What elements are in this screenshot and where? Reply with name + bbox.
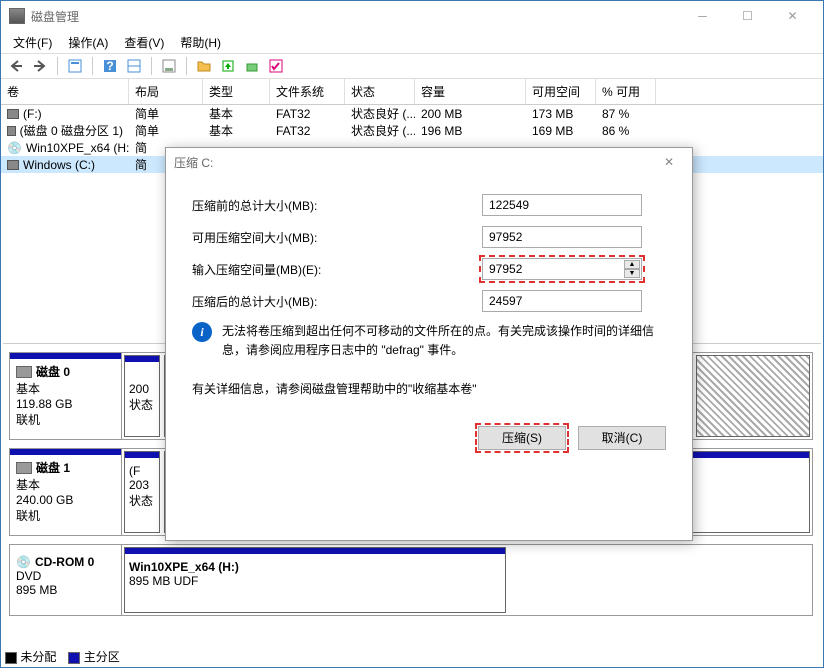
menu-file[interactable]: 文件(F): [5, 32, 60, 53]
disc-icon: 💿: [16, 555, 31, 569]
volume-icon: [7, 109, 19, 119]
disk-name: 磁盘 0: [36, 363, 70, 380]
dialog-close-button[interactable]: ✕: [654, 150, 684, 174]
tb-view3[interactable]: [158, 55, 180, 77]
app-icon: [9, 8, 25, 24]
volume-box[interactable]: [696, 355, 810, 437]
tb-view1[interactable]: [64, 55, 86, 77]
disc-icon: 💿: [7, 141, 22, 155]
volume-icon: [7, 160, 19, 170]
disk-icon: [16, 366, 32, 378]
tb-folder-icon[interactable]: [193, 55, 215, 77]
total-before-label: 压缩前的总计大小(MB):: [192, 197, 482, 214]
window-titlebar: 磁盘管理 ─ ☐ ✕: [1, 1, 823, 31]
menu-action[interactable]: 操作(A): [60, 32, 116, 53]
volume-box[interactable]: Win10XPE_x64 (H:)895 MB UDF: [124, 547, 506, 613]
disk-icon: [16, 462, 32, 474]
menubar: 文件(F) 操作(A) 查看(V) 帮助(H): [1, 31, 823, 53]
shrink-amount-label: 输入压缩空间量(MB)(E):: [192, 261, 482, 278]
tb-green-icon[interactable]: [241, 55, 263, 77]
tb-up-icon[interactable]: [217, 55, 239, 77]
vol-name: (磁盘 0 磁盘分区 1): [20, 122, 123, 139]
volume-box[interactable]: (F203状态: [124, 451, 160, 533]
total-after-value: 24597: [482, 290, 642, 312]
total-after-label: 压缩后的总计大小(MB):: [192, 293, 482, 310]
info-text-1: 无法将卷压缩到超出任何不可移动的文件所在的点。有关完成该操作时间的详细信息，请参…: [222, 322, 666, 360]
col-status[interactable]: 状态: [345, 79, 415, 104]
menu-view[interactable]: 查看(V): [116, 32, 172, 53]
minimize-button[interactable]: ─: [680, 2, 725, 30]
back-button[interactable]: [5, 55, 27, 77]
cancel-button[interactable]: 取消(C): [578, 426, 666, 450]
tb-help-icon[interactable]: ?: [99, 55, 121, 77]
volume-box[interactable]: 200状态: [124, 355, 160, 437]
legend-swatch-primary: [68, 652, 80, 664]
table-row[interactable]: (磁盘 0 磁盘分区 1) 简单 基本 FAT32 状态良好 (... 196 …: [1, 122, 823, 139]
table-row[interactable]: (F:) 简单 基本 FAT32 状态良好 (... 200 MB 173 MB…: [1, 105, 823, 122]
maximize-button[interactable]: ☐: [725, 2, 770, 30]
forward-button[interactable]: [29, 55, 51, 77]
shrink-button[interactable]: 压缩(S): [478, 426, 566, 450]
spin-up-button[interactable]: ▲: [624, 260, 640, 269]
shrink-dialog: 压缩 C: ✕ 压缩前的总计大小(MB): 122549 可用压缩空间大小(MB…: [165, 147, 693, 541]
volume-icon: [7, 126, 16, 136]
disk-name: 磁盘 1: [36, 459, 70, 476]
total-before-value: 122549: [482, 194, 642, 216]
spin-down-button[interactable]: ▼: [624, 269, 640, 278]
volume-table-header: 卷 布局 类型 文件系统 状态 容量 可用空间 % 可用: [1, 79, 823, 105]
col-free[interactable]: 可用空间: [526, 79, 596, 104]
close-button[interactable]: ✕: [770, 2, 815, 30]
tb-view2[interactable]: [123, 55, 145, 77]
legend-swatch-unalloc: [5, 652, 17, 664]
tb-check-icon[interactable]: [265, 55, 287, 77]
info-icon: i: [192, 322, 212, 342]
col-pctfree[interactable]: % 可用: [596, 79, 656, 104]
disk-block: 💿CD-ROM 0 DVD 895 MB Win10XPE_x64 (H:)89…: [9, 544, 813, 616]
col-layout[interactable]: 布局: [129, 79, 203, 104]
col-capacity[interactable]: 容量: [415, 79, 526, 104]
col-volume[interactable]: 卷: [1, 79, 129, 104]
col-type[interactable]: 类型: [203, 79, 270, 104]
vol-name: (F:): [23, 107, 42, 121]
disk-name: CD-ROM 0: [35, 555, 94, 569]
window-title: 磁盘管理: [31, 8, 680, 25]
available-label: 可用压缩空间大小(MB):: [192, 229, 482, 246]
legend: 未分配 主分区: [5, 648, 120, 665]
menu-help[interactable]: 帮助(H): [172, 32, 229, 53]
vol-name: Win10XPE_x64 (H:): [26, 141, 129, 155]
info-text-2: 有关详细信息，请参阅磁盘管理帮助中的"收缩基本卷": [192, 380, 477, 399]
col-fs[interactable]: 文件系统: [270, 79, 345, 104]
available-value: 97952: [482, 226, 642, 248]
shrink-amount-input[interactable]: 97952 ▲▼: [482, 258, 642, 280]
svg-text:?: ?: [106, 59, 113, 73]
toolbar: ?: [1, 53, 823, 79]
dialog-title: 压缩 C:: [174, 154, 213, 171]
vol-name: Windows (C:): [23, 158, 95, 172]
